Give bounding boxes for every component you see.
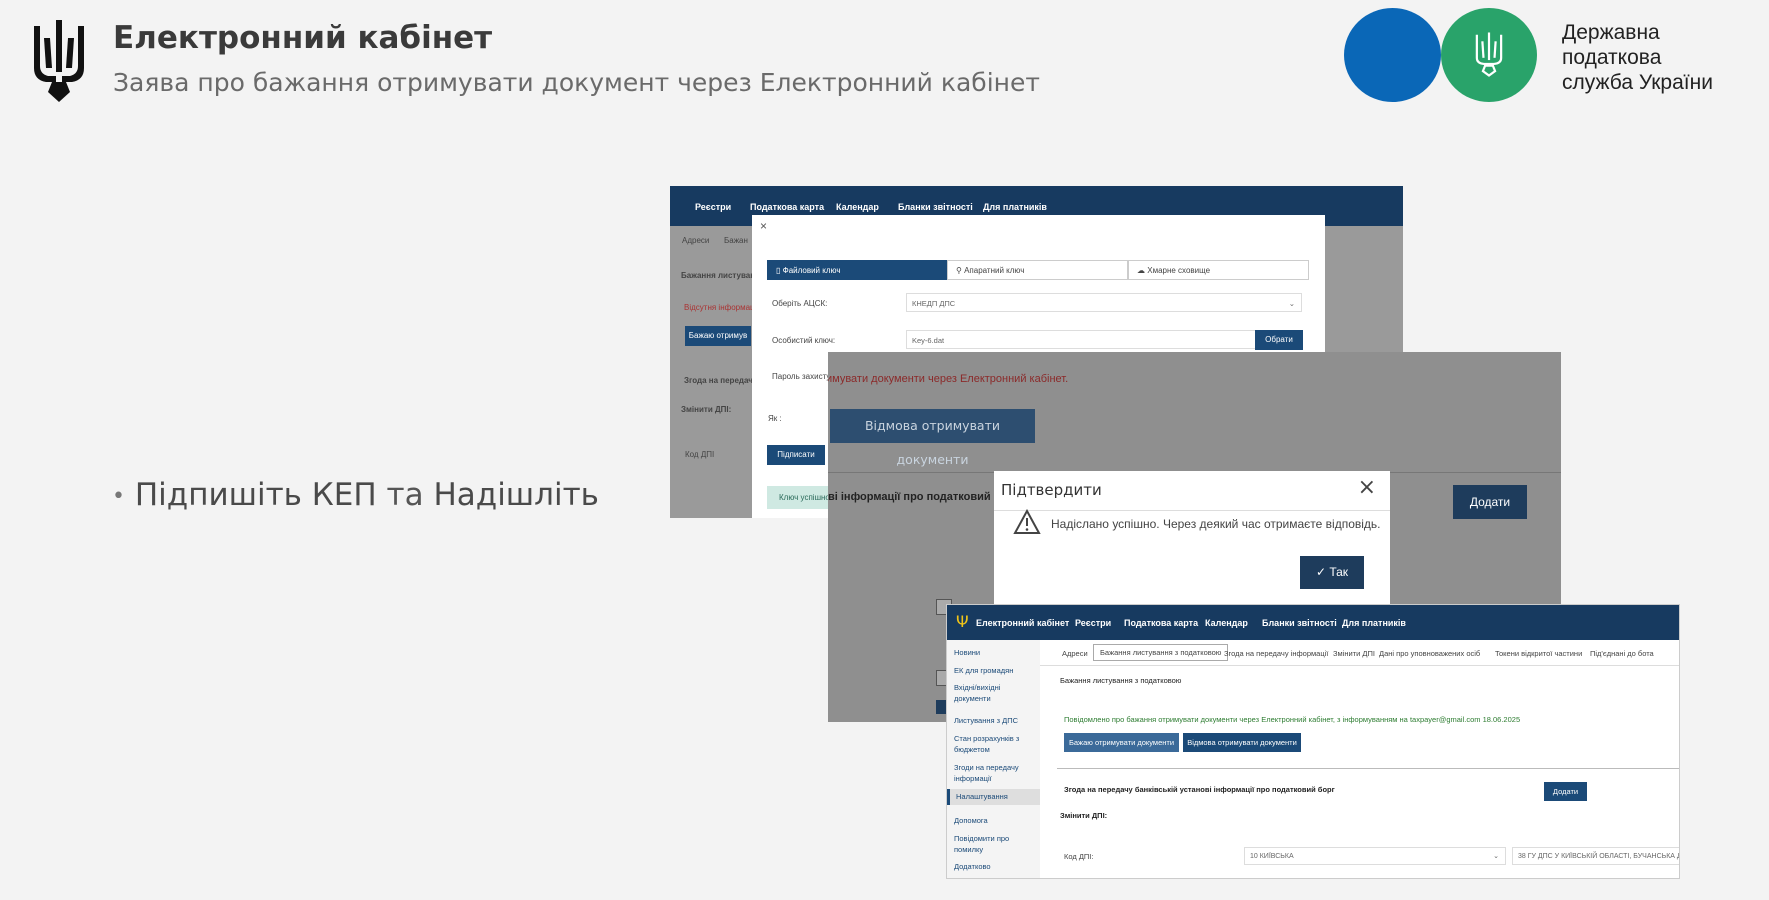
warning-icon [1013,509,1041,534]
nav-calendar[interactable]: Календар [1205,618,1248,628]
nav-forms[interactable]: Бланки звітності [898,202,973,212]
tab-addresses[interactable]: Адреси [1062,649,1088,658]
sidebar-item-settings[interactable]: Налаштування [947,789,1040,805]
page-title: Електронний кабінет [113,20,493,56]
acsk-select[interactable]: КНЕДП ДПС ⌄ [906,293,1302,312]
success-banner: Ключ успішно [767,486,837,509]
want-documents-button[interactable]: Бажаю отримувати документи [1064,733,1179,752]
nav-registries[interactable]: Реєстри [1075,618,1111,628]
bg-missing-info: Відсутня інформац [684,303,755,312]
bg-want-button: Бажаю отримув [685,326,751,346]
cabinet-screenshot: Ψ Електронний кабінет Реєстри Податкова … [946,604,1680,879]
bank-consent-text: ві інформації про податковий б [828,491,1001,503]
key-file-input[interactable]: Key-6.dat [906,330,1256,349]
nav-tax-map[interactable]: Податкова карта [1124,618,1198,628]
tab-bot[interactable]: Під'єднані до бота [1590,649,1654,658]
sidebar-item-correspondence[interactable]: Листування з ДПС [954,715,1018,726]
dialog-title: Підтвердити [1001,481,1102,499]
sidebar-item-report-error[interactable]: Повідомити про помилку [954,833,1024,855]
tab-divider [1040,665,1679,666]
refuse-documents-button[interactable]: Відмова отримувати документи [830,409,1035,467]
bank-consent-text: Згода на передачу банківській установі і… [1064,785,1335,794]
page-subtitle: Заява про бажання отримувати документ че… [113,68,1040,97]
bullet-dot: • [112,484,125,509]
tab-wish-correspondence[interactable]: Бажання листування з податковою [1093,644,1229,661]
brand-name: Державна податкова служба України [1562,21,1713,94]
sidebar-item-additional[interactable]: Додатково [954,861,991,872]
dpi-name-field[interactable]: 38 ГУ ДПС У КИЇВСЬКІЙ ОБЛАСТІ, БУЧАНСЬКА… [1512,847,1679,865]
nav-payers[interactable]: Для платників [983,202,1047,212]
acsk-label: Оберіть АЦСК: [772,299,828,308]
notice-message: Повідомлено про бажання отримувати докум… [1064,715,1521,724]
trident-icon [34,20,84,102]
dialog-divider [994,510,1390,511]
nav-payers[interactable]: Для платників [1342,618,1406,628]
bg-code-dpi: Код ДПІ [685,450,715,459]
close-icon[interactable]: × [1358,475,1376,500]
bg-change-dpi: Змінити ДПІ: [681,405,732,414]
choose-file-button[interactable]: Обрати [1255,330,1303,350]
notice-text: имувати документи через Електронний кабі… [828,373,1069,385]
blue-circle-logo [1344,8,1441,102]
code-dpi-select[interactable]: 10 КИЇВСЬКА ⌄ [1244,847,1506,865]
sidebar-item-citizens[interactable]: ЕК для громадян [954,665,1013,676]
trident-icon: Ψ [956,612,969,631]
tab-cloud-storage[interactable]: ☁ Хмарне сховище [1128,260,1309,280]
password-label: Пароль захисту [772,372,831,381]
key-label: Особистий ключ: [772,336,836,345]
sidebar-item-settlements[interactable]: Стан розрахунків з бюджетом [954,733,1029,755]
trident-logo-icon [1475,32,1503,77]
nav-forms[interactable]: Бланки звітності [1262,618,1337,628]
dialog-message: Надіслано успішно. Через деякий час отри… [1051,517,1381,531]
sidebar-item-consents[interactable]: Згоди на передачу інформації [954,762,1034,784]
app-name[interactable]: Електронний кабінет [976,618,1069,628]
section-title: Бажання листування з податковою [1060,676,1182,685]
tab-hardware-key[interactable]: ⚲ Апаратний ключ [947,260,1128,280]
add-button[interactable]: Додати [1453,485,1527,519]
ok-button[interactable]: ✓ Так [1300,556,1364,589]
bg-tab-addresses: Адреси [682,236,710,245]
add-button[interactable]: Додати [1544,782,1587,801]
close-icon[interactable]: × [760,219,767,233]
sidebar: Новини ЕК для громадян Вхідні/вихідні до… [947,640,1040,878]
code-dpi-label: Код ДПІ: [1064,852,1094,861]
confirm-dialog: Підтвердити × Надіслано успішно. Через д… [994,471,1390,605]
ya-label: Як : [768,414,782,423]
change-dpi-label: Змінити ДПІ: [1060,811,1108,820]
sidebar-item-news[interactable]: Новини [954,647,980,658]
section-divider [1057,768,1679,769]
top-nav: Ψ Електронний кабінет Реєстри Податкова … [947,605,1679,640]
nav-calendar[interactable]: Календар [836,202,879,212]
instruction-bullet: • Підпишіть КЕП та Надішліть [112,477,599,513]
tab-authorized[interactable]: Дані про уповноважених осіб [1379,649,1480,658]
nav-tax-map[interactable]: Податкова карта [750,202,824,212]
tab-file-key[interactable]: ▯ Файловий ключ [767,260,947,280]
sidebar-item-documents[interactable]: Вхідні/вихідні документи [954,682,1034,704]
sidebar-item-help[interactable]: Допомога [954,815,988,826]
check-icon: ✓ [1315,565,1330,579]
sign-button[interactable]: Підписати [767,445,825,465]
chevron-down-icon: ⌄ [1288,299,1295,308]
tab-tokens[interactable]: Токени відкритої частини [1495,649,1582,658]
bg-tab-wish: Бажан [724,236,748,245]
tab-change-dpi[interactable]: Змінити ДПІ [1333,649,1375,658]
refuse-documents-button[interactable]: Відмова отримувати документи [1183,733,1301,752]
tab-consent[interactable]: Згода на передачу інформації [1224,649,1328,658]
chevron-down-icon: ⌄ [1493,853,1499,860]
bg-consent-text: Згода на передачу І [684,376,762,385]
nav-registries[interactable]: Реєстри [695,202,731,212]
